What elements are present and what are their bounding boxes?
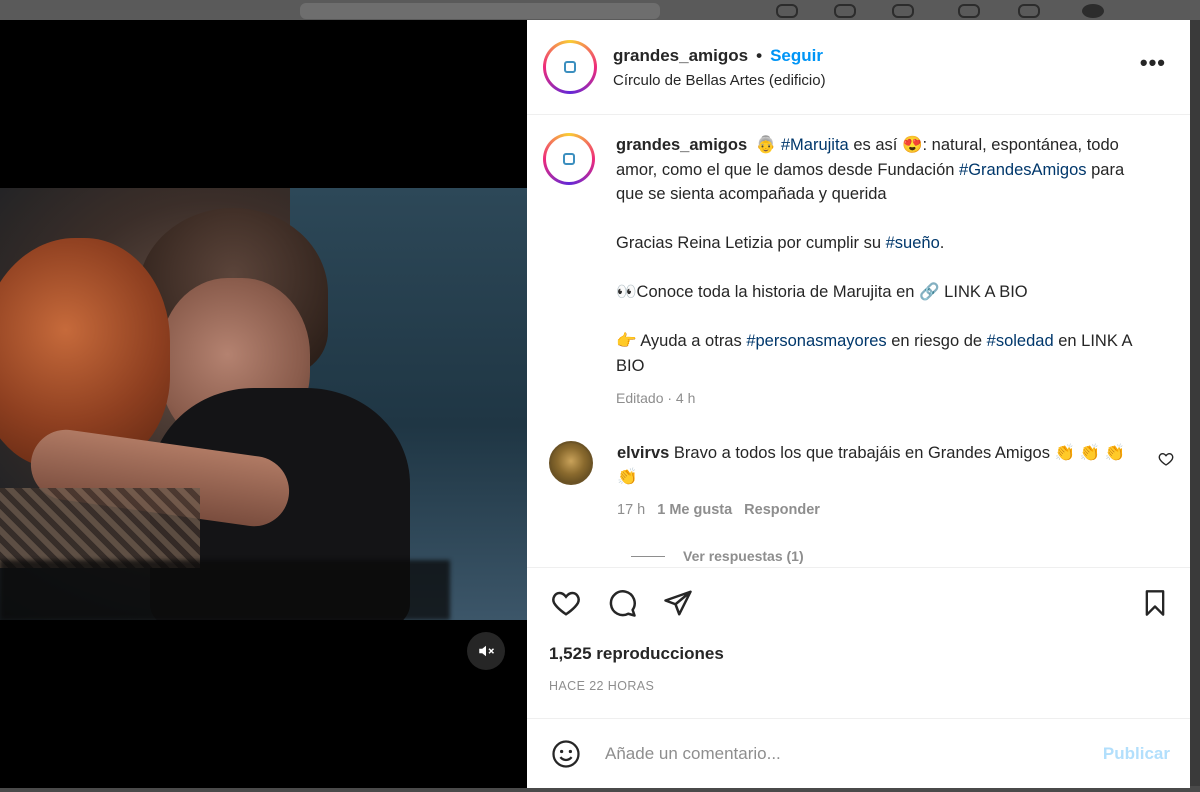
pointing-emoji: 👉 [616,332,637,350]
background-search [300,3,660,19]
background-avatar [1082,4,1104,18]
publish-button[interactable]: Publicar [1103,744,1170,764]
action-buttons [549,586,695,620]
eyes-emoji: 👀 [616,283,637,301]
post-panel: grandes_amigos • Seguir Círculo de Bella… [527,20,1190,788]
caption-paragraph: 👀Conoce toda la historia de Marujita en … [616,280,1156,305]
link-emoji: 🔗 [919,283,940,301]
comment-username[interactable]: elvirvs [617,444,669,462]
background-nav-icon [892,4,914,18]
caption-paragraph: grandes_amigos 👵 #Marujita es así 😍: nat… [616,133,1156,207]
background-nav-icon [776,4,798,18]
follow-button[interactable]: Seguir [770,46,823,66]
heart-icon [552,591,580,616]
heart-eyes-emoji: 😍 [901,136,923,154]
reply-button[interactable]: Responder [744,498,820,523]
add-comment-bar: Publicar [527,718,1190,788]
caption-text-segment: Gracias Reina Letizia por cumplir su [616,234,886,252]
location-link[interactable]: Círculo de Bellas Artes (edificio) [613,72,826,89]
commenter-avatar[interactable] [549,440,593,485]
post-header: grandes_amigos • Seguir Círculo de Bella… [527,20,1190,115]
background-nav-icon [1018,4,1040,18]
username-link[interactable]: grandes_amigos [613,46,748,66]
speaker-muted-icon [479,645,495,657]
hashtag-link[interactable]: #personasmayores [746,332,886,350]
caption: grandes_amigos 👵 #Marujita es así 😍: nat… [543,133,1174,411]
more-options-button[interactable]: ••• [1140,52,1166,74]
avatar-inner [546,136,592,182]
save-button[interactable] [1138,586,1172,620]
hashtag-link[interactable]: #sueño [886,234,940,252]
background-nav-icon [958,4,980,18]
caption-text: grandes_amigos 👵 #Marujita es así 😍: nat… [616,133,1156,411]
header-line: grandes_amigos • Seguir [613,46,826,66]
emoji-button[interactable] [549,737,583,771]
caption-paragraph: Gracias Reina Letizia por cumplir su #su… [616,231,1156,256]
like-button[interactable] [549,586,583,620]
logo-mark [564,61,576,73]
video-figure [0,488,200,568]
post-time[interactable]: HACE 22 HORAS [549,679,654,693]
comment-input[interactable] [605,743,1085,764]
comment-item: elvirvs Bravo a todos los que trabajáis … [543,440,1174,523]
caption-text-segment: LINK A BIO [939,283,1028,301]
caption-paragraph: 👉 Ayuda a otras #personasmayores en ries… [616,329,1156,378]
post-modal: grandes_amigos • Seguir Círculo de Bella… [0,20,1190,788]
background-nav-icon [834,4,856,18]
hashtag-link[interactable]: #soledad [987,332,1054,350]
smile-icon [552,739,580,768]
comment-icon [609,590,636,617]
share-button[interactable] [661,586,695,620]
caption-text-segment: Ayuda a otras [636,332,747,350]
comment-like-button[interactable] [1158,451,1174,472]
caption-text-segment: . [939,234,945,252]
views-count[interactable]: 1,525 reproducciones [549,644,724,664]
comment-body: elvirvs Bravo a todos los que trabajáis … [617,441,1127,523]
hashtag-link[interactable]: #GrandesAmigos [959,161,1086,179]
brand-logo [563,153,575,165]
comment-text: Bravo a todos los que trabajáis en Grand… [673,443,1050,462]
comment-text-line: elvirvs Bravo a todos los que trabajáis … [617,441,1127,490]
caption-text-segment: es así [848,136,902,154]
comment-time[interactable]: 17 h [617,498,645,523]
caption-meta: Editado · 4 h [616,390,696,406]
avatar-inner [546,43,594,91]
bookmark-icon [1145,590,1165,616]
view-replies-button[interactable]: Ver respuestas (1) [631,548,1174,564]
comment-meta: 17 h 1 Me gusta Responder [617,498,1127,523]
video-player[interactable] [0,20,527,788]
video-subtitle-blur [0,560,450,620]
send-icon [664,590,692,616]
view-replies-label: Ver respuestas (1) [683,548,804,564]
caption-text-segment: en riesgo de [886,332,987,350]
avatar[interactable] [543,133,595,185]
post-actions: 1,525 reproducciones HACE 22 HORAS Publi… [527,567,1190,768]
caption-username[interactable]: grandes_amigos [616,136,747,154]
replies-line [631,555,665,557]
logo-mark [563,153,575,165]
grandma-emoji: 👵 [755,136,777,154]
comment-button[interactable] [605,586,639,620]
avatar[interactable] [543,40,597,94]
comment-likes[interactable]: 1 Me gusta [657,498,732,523]
hashtag-link[interactable]: #Marujita [781,136,849,154]
video-frame[interactable] [0,188,527,620]
mute-button[interactable] [467,632,505,670]
brand-logo [564,61,576,73]
heart-icon [1158,452,1174,466]
comments-list[interactable]: grandes_amigos 👵 #Marujita es así 😍: nat… [527,115,1190,567]
header-text: grandes_amigos • Seguir Círculo de Bella… [613,46,826,89]
caption-text-segment: Conoce toda la historia de Marujita en [636,283,920,301]
separator-dot: • [756,45,763,65]
